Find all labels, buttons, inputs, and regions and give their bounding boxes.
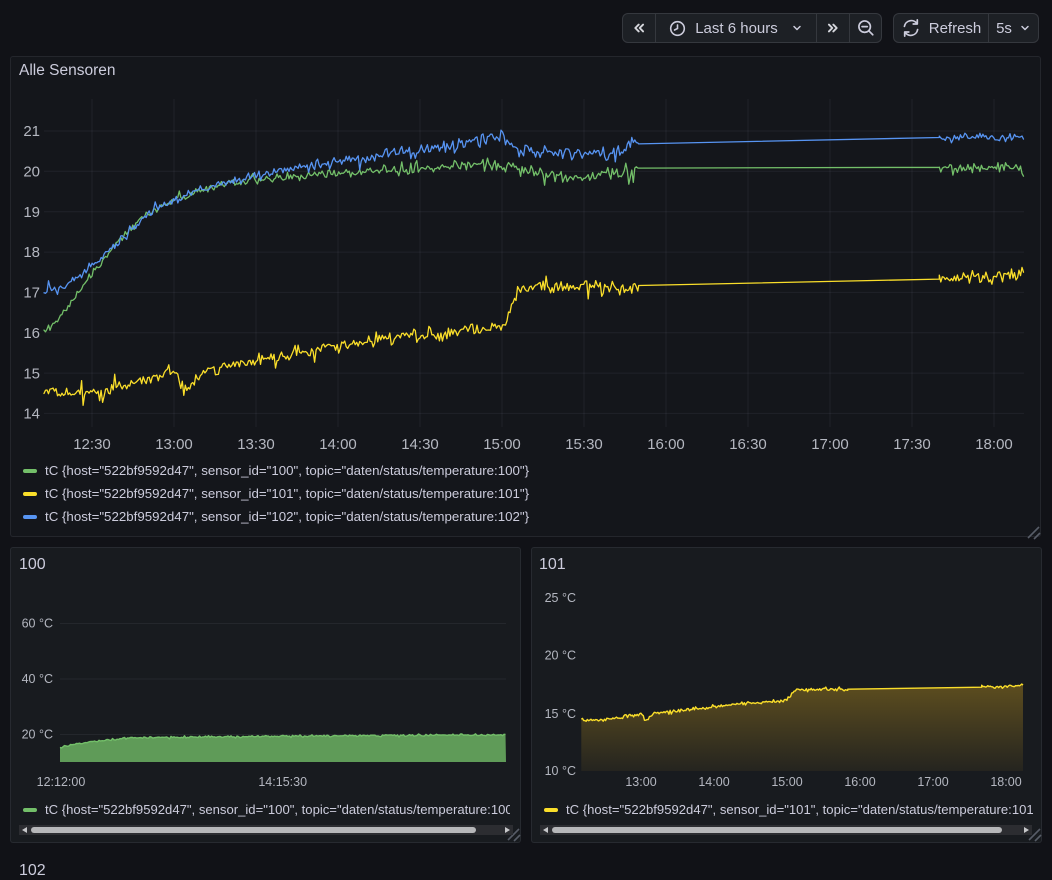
svg-text:20 °C: 20 °C [545,649,576,663]
svg-text:17:30: 17:30 [893,436,931,453]
svg-text:12:12:00: 12:12:00 [37,775,86,789]
svg-text:19: 19 [23,204,40,221]
svg-text:15:30: 15:30 [565,436,603,453]
svg-text:13:00: 13:00 [625,775,656,789]
svg-text:17: 17 [23,285,40,302]
svg-text:16:30: 16:30 [729,436,767,453]
svg-text:13:00: 13:00 [155,436,193,453]
svg-text:14:00: 14:00 [698,775,729,789]
svg-text:12:30: 12:30 [73,436,111,453]
svg-text:16:00: 16:00 [844,775,875,789]
svg-text:20 °C: 20 °C [22,728,53,742]
svg-text:13:30: 13:30 [237,436,275,453]
svg-text:17:00: 17:00 [917,775,948,789]
svg-text:20: 20 [23,164,40,181]
svg-text:21: 21 [23,123,40,140]
svg-text:60 °C: 60 °C [22,617,53,631]
svg-text:18:00: 18:00 [975,436,1013,453]
svg-text:10 °C: 10 °C [545,764,576,778]
svg-text:14:00: 14:00 [319,436,357,453]
svg-text:25 °C: 25 °C [545,591,576,605]
svg-text:16:00: 16:00 [647,436,685,453]
svg-text:15: 15 [23,365,40,382]
svg-text:18:00: 18:00 [990,775,1021,789]
svg-text:40 °C: 40 °C [22,672,53,686]
svg-text:17:00: 17:00 [811,436,849,453]
svg-text:14: 14 [23,406,40,423]
svg-text:14:30: 14:30 [401,436,439,453]
svg-text:15 °C: 15 °C [545,707,576,721]
svg-text:15:00: 15:00 [771,775,802,789]
svg-text:14:15:30: 14:15:30 [258,775,307,789]
svg-text:15:00: 15:00 [483,436,521,453]
svg-text:18: 18 [23,244,40,261]
svg-text:16: 16 [23,325,40,342]
